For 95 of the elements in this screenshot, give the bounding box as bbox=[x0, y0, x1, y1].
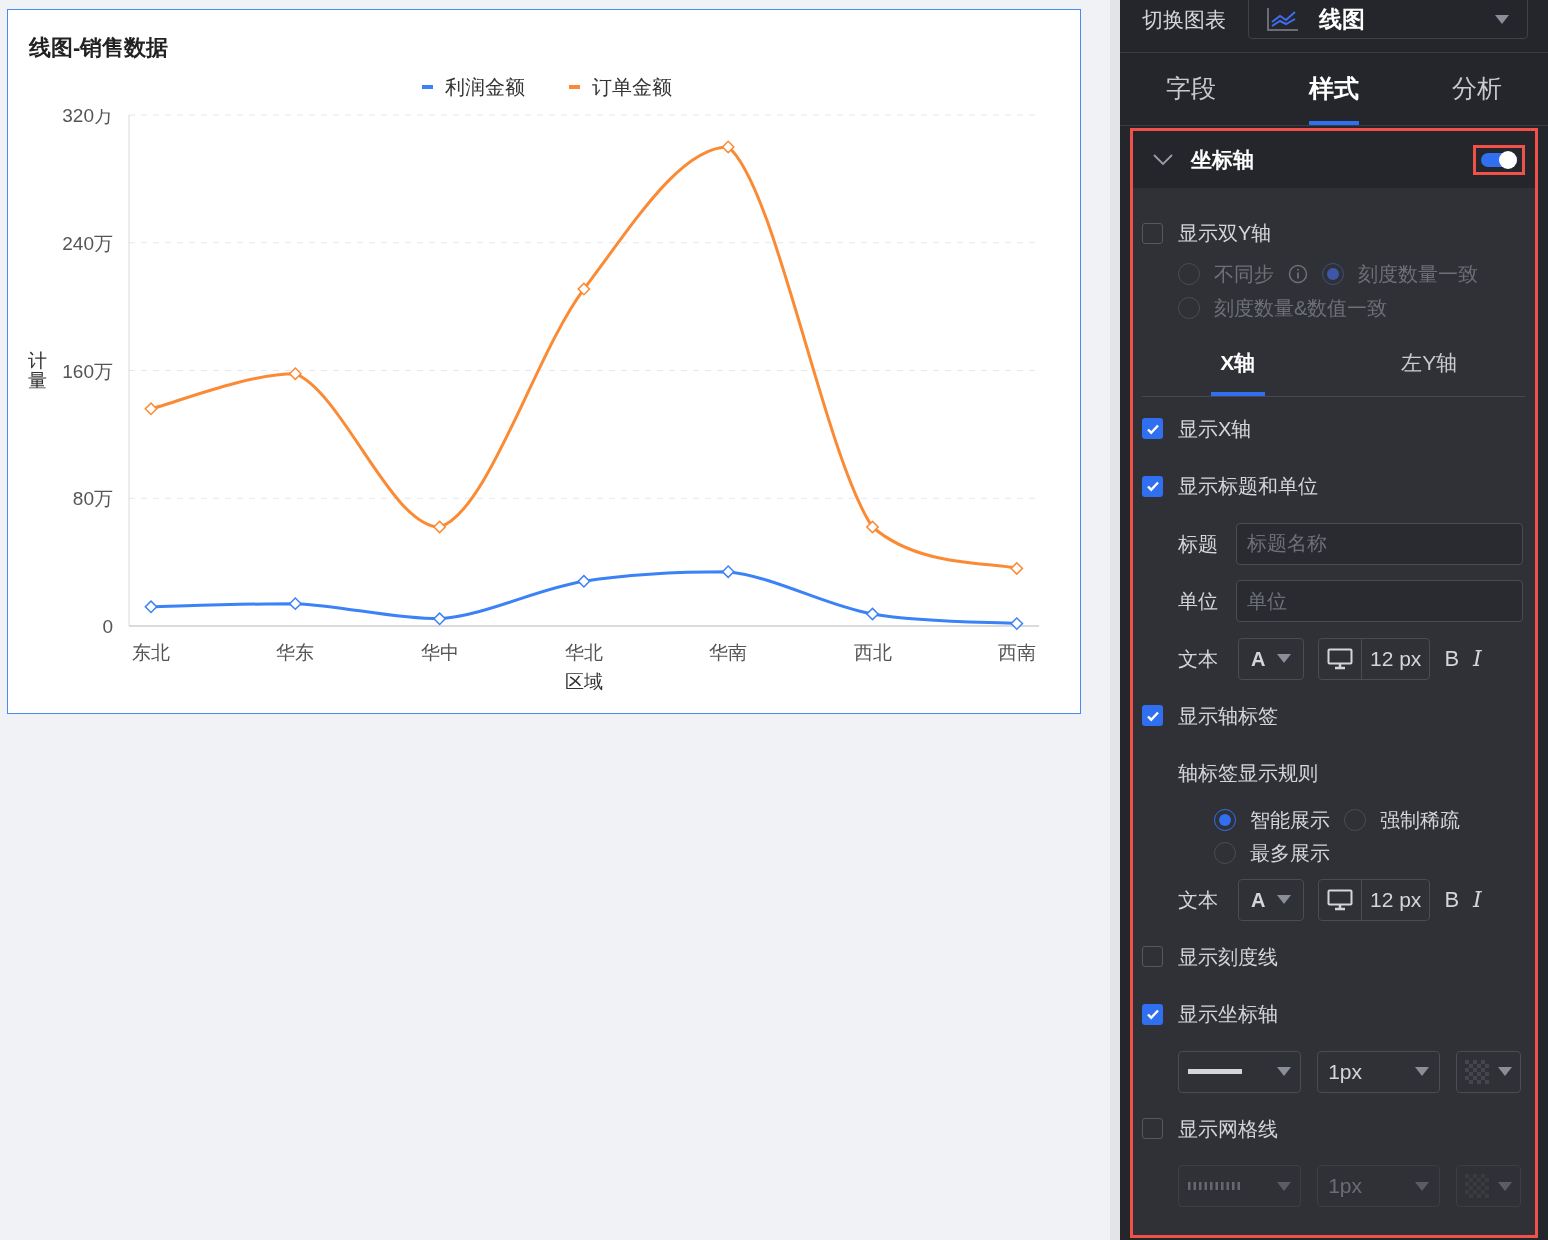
caret-icon bbox=[1415, 1181, 1430, 1191]
x-axis-title: 区域 bbox=[565, 671, 603, 692]
checkbox[interactable] bbox=[1142, 418, 1163, 440]
data-point-marker bbox=[1010, 561, 1024, 576]
row-label: 文本 bbox=[1178, 887, 1219, 913]
data-point-marker bbox=[721, 565, 735, 579]
axis-tab[interactable]: X轴 bbox=[1142, 340, 1334, 396]
checkbox-label: 显示轴标签 bbox=[1178, 703, 1278, 729]
caret-icon bbox=[1277, 654, 1291, 663]
panel-tab[interactable]: 字段 bbox=[1120, 53, 1263, 125]
legend-label[interactable]: 利润金额 bbox=[445, 71, 525, 102]
monitor-icon bbox=[1327, 888, 1353, 911]
data-point-marker bbox=[432, 612, 447, 626]
legend-label[interactable]: 订单金额 bbox=[592, 71, 672, 102]
checkbox[interactable] bbox=[1142, 946, 1163, 968]
radio-label: 刻度数量一致 bbox=[1358, 262, 1478, 287]
x-tick-label: 东北 bbox=[132, 642, 170, 663]
axis-tab[interactable]: 左Y轴 bbox=[1333, 340, 1525, 396]
data-point-marker bbox=[1010, 616, 1024, 631]
radio-label: 强制稀疏 bbox=[1380, 808, 1460, 833]
font-size-control[interactable]: 12 px bbox=[1318, 637, 1431, 680]
field-label: 单位 bbox=[1178, 589, 1219, 615]
checkbox-label: 显示刻度线 bbox=[1178, 944, 1278, 970]
font-size-control[interactable]: 12 px bbox=[1318, 878, 1431, 921]
data-point-marker bbox=[144, 600, 158, 614]
checkmark-icon bbox=[1145, 479, 1160, 494]
checkbox-label: 显示X轴 bbox=[1178, 416, 1252, 442]
data-point-marker bbox=[432, 520, 447, 534]
legend-marker bbox=[569, 84, 580, 89]
caret-icon bbox=[1415, 1067, 1430, 1076]
caret-icon bbox=[1277, 1067, 1292, 1076]
italic-button[interactable]: I bbox=[1473, 883, 1482, 916]
radio-label: 最多展示 bbox=[1250, 841, 1330, 866]
subsection-label: 轴标签显示规则 bbox=[1178, 761, 1318, 787]
bold-button[interactable]: B bbox=[1444, 883, 1460, 916]
panel-tab[interactable]: 样式 bbox=[1262, 53, 1406, 125]
checkbox-label: 显示网格线 bbox=[1178, 1116, 1278, 1142]
monitor-icon bbox=[1327, 647, 1353, 670]
line-chart-icon bbox=[1267, 7, 1299, 31]
data-point-marker bbox=[865, 607, 880, 621]
checkbox[interactable] bbox=[1142, 475, 1163, 497]
data-point-marker bbox=[288, 367, 303, 381]
checkbox[interactable] bbox=[1142, 1003, 1163, 1025]
data-point-marker bbox=[144, 402, 158, 416]
data-point-marker bbox=[865, 520, 880, 534]
font-size-value: 12 px bbox=[1369, 645, 1423, 672]
caret-icon bbox=[1498, 1181, 1512, 1191]
input-field[interactable]: 标题名称 bbox=[1236, 522, 1523, 565]
chart-title: 线图-销售数据 bbox=[29, 34, 169, 62]
chart-type-select[interactable]: 线图 bbox=[1248, 0, 1528, 39]
caret-icon bbox=[1277, 895, 1291, 904]
checkbox-label: 显示坐标轴 bbox=[1178, 1002, 1278, 1028]
y-axis-title: 计量 bbox=[27, 349, 47, 391]
checkmark-icon bbox=[1145, 1007, 1160, 1022]
data-point-marker bbox=[577, 574, 591, 588]
line-color-select[interactable] bbox=[1456, 1050, 1521, 1093]
field-label: 标题 bbox=[1178, 531, 1219, 557]
y-tick-label: 160万 bbox=[62, 360, 113, 382]
section-title: 坐标轴 bbox=[1191, 146, 1255, 173]
line-type-select[interactable] bbox=[1178, 1050, 1302, 1093]
switch-chart-label: 切换图表 bbox=[1142, 7, 1226, 33]
font-size-value: 12 px bbox=[1369, 886, 1423, 913]
caret-icon bbox=[1495, 14, 1509, 24]
panel-tab[interactable]: 分析 bbox=[1405, 53, 1548, 125]
x-tick-label: 华南 bbox=[709, 642, 748, 663]
radio-label: 智能展示 bbox=[1250, 808, 1330, 833]
data-point-marker bbox=[721, 140, 735, 154]
radio-label: 刻度数量&数值一致 bbox=[1214, 296, 1388, 321]
italic-button[interactable]: I bbox=[1473, 642, 1482, 675]
legend-marker bbox=[422, 84, 433, 89]
dotted-line-icon bbox=[1188, 1182, 1242, 1190]
caret-icon bbox=[1498, 1067, 1512, 1076]
x-tick-label: 西南 bbox=[997, 642, 1036, 663]
x-tick-label: 西北 bbox=[853, 642, 892, 663]
x-tick-label: 华北 bbox=[564, 642, 603, 663]
toggle-switch[interactable] bbox=[1481, 152, 1517, 167]
bold-button[interactable]: B bbox=[1444, 642, 1460, 675]
checkbox[interactable] bbox=[1142, 705, 1163, 727]
caret-icon bbox=[1277, 1181, 1292, 1191]
x-tick-label: 华东 bbox=[276, 642, 315, 663]
font-color-select[interactable]: A bbox=[1238, 878, 1304, 921]
checkbox[interactable] bbox=[1142, 1118, 1163, 1140]
line-width-select[interactable]: 1px bbox=[1317, 1050, 1441, 1093]
x-tick-label: 华中 bbox=[420, 642, 459, 663]
checkbox-label: 显示标题和单位 bbox=[1178, 474, 1318, 500]
y-tick-label: 80万 bbox=[72, 488, 113, 510]
row-label: 文本 bbox=[1178, 646, 1219, 672]
y-tick-label: 0 bbox=[102, 616, 113, 637]
data-point-marker bbox=[577, 282, 591, 296]
radio-label: 不同步 bbox=[1214, 262, 1274, 287]
font-color-select[interactable]: A bbox=[1238, 637, 1304, 680]
input-field[interactable]: 单位 bbox=[1236, 580, 1523, 623]
section-header[interactable]: 坐标轴 bbox=[1133, 131, 1535, 188]
checkbox-label: 显示双Y轴 bbox=[1178, 221, 1272, 246]
y-tick-label: 240万 bbox=[62, 232, 113, 254]
